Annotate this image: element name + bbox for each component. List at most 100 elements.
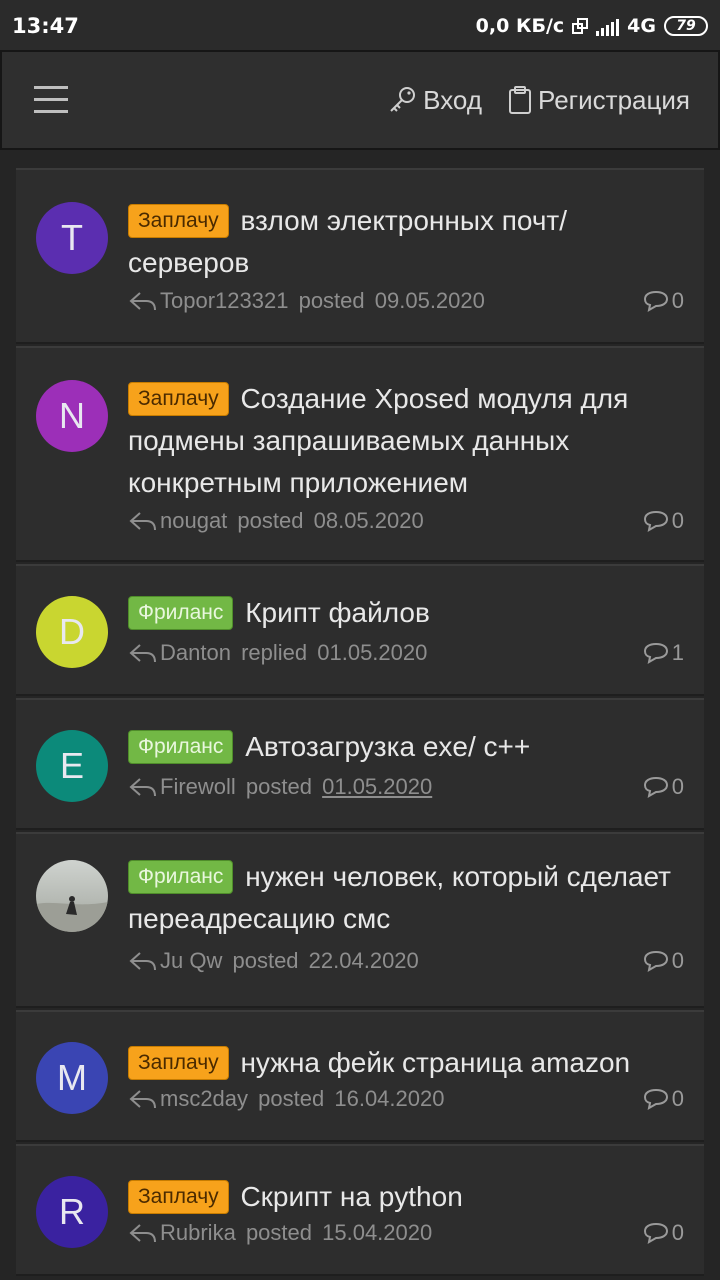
thread-item[interactable]: R Заплачу Скрипт на python Rubrika poste… bbox=[16, 1144, 704, 1276]
author-link[interactable]: Topor123321 bbox=[160, 288, 288, 314]
reply-icon bbox=[129, 644, 156, 663]
status-indicators: 0,0 КБ/с 4G 79 bbox=[476, 15, 708, 37]
comment-icon bbox=[643, 510, 668, 532]
author-link[interactable]: Ju Qw bbox=[160, 948, 222, 974]
thread-title[interactable]: Заплачу Создание Xposed модуля для подме… bbox=[128, 378, 684, 504]
author-link[interactable]: Rubrika bbox=[160, 1220, 236, 1246]
thread-date[interactable]: 09.05.2020 bbox=[375, 288, 485, 314]
thread-date[interactable]: 08.05.2020 bbox=[314, 508, 424, 534]
thread-date[interactable]: 16.04.2020 bbox=[334, 1086, 444, 1112]
reply-icon bbox=[129, 1224, 156, 1243]
thread-title[interactable]: Заплачу нужна фейк страница amazon bbox=[128, 1042, 684, 1084]
thread-date[interactable]: 01.05.2020 bbox=[322, 774, 432, 800]
thread-meta: nougat posted 08.05.2020 bbox=[128, 508, 424, 534]
meta-action: posted bbox=[232, 948, 299, 973]
register-button[interactable]: Регистрация bbox=[508, 85, 690, 116]
login-button[interactable]: Вход bbox=[387, 85, 482, 116]
header-actions: Вход Регистрация bbox=[387, 52, 690, 148]
dual-sim-icon bbox=[572, 18, 589, 34]
meta-action: replied bbox=[241, 640, 308, 665]
key-icon bbox=[390, 87, 416, 112]
thread-title-text[interactable]: Крипт файлов bbox=[245, 597, 430, 628]
meta-action: posted bbox=[258, 1086, 325, 1111]
author-link[interactable]: msc2day bbox=[160, 1086, 248, 1112]
thread-meta: Firewoll posted 01.05.2020 bbox=[128, 774, 432, 800]
comment-icon bbox=[643, 950, 668, 972]
meta-action: posted bbox=[237, 508, 304, 533]
author-link[interactable]: Danton bbox=[160, 640, 231, 666]
thread-meta: Rubrika posted 15.04.2020 bbox=[128, 1220, 432, 1246]
thread-item[interactable]: T Заплачу взлом электронных почт/ сервер… bbox=[16, 168, 704, 344]
reply-count: 1 bbox=[642, 640, 684, 666]
avatar-photo bbox=[36, 860, 108, 932]
reply-icon bbox=[129, 778, 156, 797]
thread-title[interactable]: Заплачу Скрипт на python bbox=[128, 1176, 684, 1218]
meta-action: posted bbox=[245, 774, 312, 799]
thread-date[interactable]: 15.04.2020 bbox=[322, 1220, 432, 1246]
reply-icon bbox=[129, 512, 156, 531]
prefix-badge[interactable]: Заплачу bbox=[128, 1180, 229, 1214]
author-link[interactable]: nougat bbox=[160, 508, 227, 534]
thread-date[interactable]: 22.04.2020 bbox=[309, 948, 419, 974]
thread-title[interactable]: Фриланс Крипт файлов bbox=[128, 592, 684, 634]
thread-meta: Ju Qw posted 22.04.2020 bbox=[128, 948, 419, 974]
prefix-badge[interactable]: Заплачу bbox=[128, 204, 229, 238]
thread-title[interactable]: Фриланс Автозагрузка exe/ c++ bbox=[128, 726, 684, 768]
battery-level: 79 bbox=[676, 18, 696, 34]
thread-date[interactable]: 01.05.2020 bbox=[317, 640, 427, 666]
thread-item[interactable]: N Заплачу Создание Xposed модуля для под… bbox=[16, 346, 704, 562]
meta-action: posted bbox=[298, 288, 365, 313]
status-bar: 13:47 0,0 КБ/с 4G 79 bbox=[0, 0, 720, 52]
meta-action: posted bbox=[245, 1220, 312, 1245]
avatar[interactable]: N bbox=[36, 380, 108, 452]
reply-icon bbox=[129, 1090, 156, 1109]
avatar[interactable]: E bbox=[36, 730, 108, 802]
prefix-badge[interactable]: Фриланс bbox=[128, 860, 234, 894]
reply-count: 0 bbox=[642, 288, 684, 314]
thread-item[interactable]: E Фриланс Автозагрузка exe/ c++ Firewoll… bbox=[16, 698, 704, 830]
thread-title-text[interactable]: Скрипт на python bbox=[240, 1181, 462, 1212]
network-type: 4G bbox=[627, 15, 656, 37]
reply-icon bbox=[129, 952, 156, 971]
avatar[interactable]: R bbox=[36, 1176, 108, 1248]
clipboard-icon bbox=[509, 86, 531, 114]
reply-icon bbox=[129, 292, 156, 311]
battery-icon: 79 bbox=[664, 16, 708, 36]
reply-count: 0 bbox=[642, 948, 684, 974]
thread-list: T Заплачу взлом электронных почт/ сервер… bbox=[16, 168, 704, 1278]
reply-count: 0 bbox=[642, 774, 684, 800]
reply-count: 0 bbox=[642, 1086, 684, 1112]
comment-icon bbox=[643, 642, 668, 664]
reply-count: 0 bbox=[642, 1220, 684, 1246]
login-label: Вход bbox=[423, 84, 482, 115]
avatar[interactable] bbox=[36, 860, 108, 932]
thread-title[interactable]: Заплачу взлом электронных почт/ серверов bbox=[128, 200, 684, 284]
thread-meta: Topor123321 posted 09.05.2020 bbox=[128, 288, 485, 314]
author-link[interactable]: Firewoll bbox=[160, 774, 236, 800]
thread-meta: Danton replied 01.05.2020 bbox=[128, 640, 427, 666]
menu-icon[interactable] bbox=[34, 86, 68, 114]
avatar[interactable]: D bbox=[36, 596, 108, 668]
prefix-badge[interactable]: Заплачу bbox=[128, 382, 229, 416]
prefix-badge[interactable]: Фриланс bbox=[128, 730, 234, 764]
thread-title[interactable]: Фриланс нужен человек, который сделает п… bbox=[128, 856, 684, 940]
comment-icon bbox=[643, 1088, 668, 1110]
reply-count: 0 bbox=[642, 508, 684, 534]
app-header: Вход Регистрация bbox=[0, 50, 720, 150]
avatar[interactable]: T bbox=[36, 202, 108, 274]
thread-item[interactable]: M Заплачу нужна фейк страница amazon msc… bbox=[16, 1010, 704, 1142]
avatar[interactable]: M bbox=[36, 1042, 108, 1114]
prefix-badge[interactable]: Фриланс bbox=[128, 596, 234, 630]
prefix-badge[interactable]: Заплачу bbox=[128, 1046, 229, 1080]
thread-title-text[interactable]: Автозагрузка exe/ c++ bbox=[245, 731, 530, 762]
thread-item[interactable]: Фриланс нужен человек, который сделает п… bbox=[16, 832, 704, 1008]
comment-icon bbox=[643, 1222, 668, 1244]
thread-meta: msc2day posted 16.04.2020 bbox=[128, 1086, 444, 1112]
comment-icon bbox=[643, 776, 668, 798]
network-speed: 0,0 КБ/с bbox=[475, 15, 565, 37]
status-time: 13:47 bbox=[12, 14, 79, 38]
thread-item[interactable]: D Фриланс Крипт файлов Danton replied 01… bbox=[16, 564, 704, 696]
thread-title-text[interactable]: нужна фейк страница amazon bbox=[240, 1047, 630, 1078]
signal-icon bbox=[596, 16, 620, 36]
register-label: Регистрация bbox=[538, 84, 690, 115]
